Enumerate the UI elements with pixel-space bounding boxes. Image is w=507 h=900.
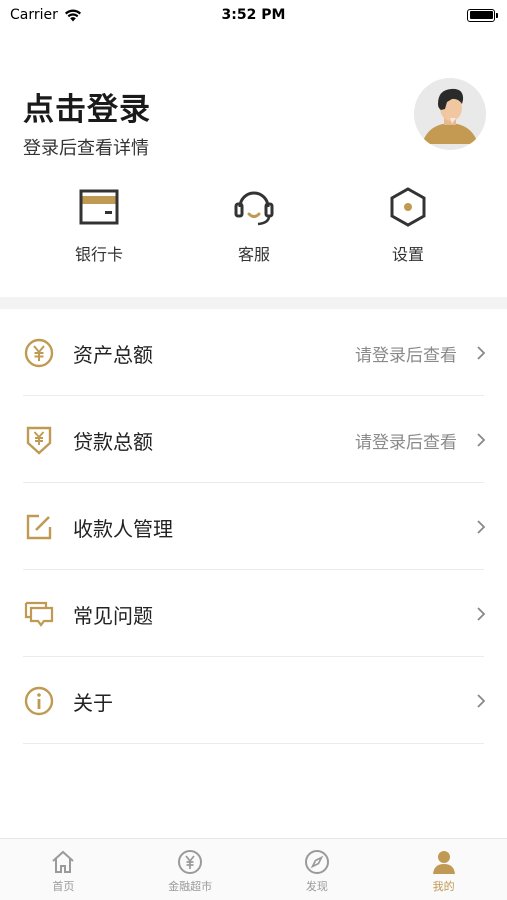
login-subtitle: 登录后查看详情 — [23, 138, 149, 159]
quick-label: 客服 — [237, 245, 270, 264]
tab-discover[interactable]: 发现 — [254, 839, 381, 900]
menu-row-payee-management[interactable]: 收款人管理 — [0, 483, 507, 570]
menu-label: 贷款总额 — [73, 430, 153, 454]
person-icon — [432, 851, 455, 874]
settings-hexagon-icon — [390, 187, 426, 227]
tab-label: 发现 — [305, 880, 328, 893]
wifi-icon — [64, 9, 81, 21]
headset-icon — [234, 191, 274, 226]
avatar-person-icon — [414, 78, 486, 150]
tab-label: 金融超市 — [168, 880, 213, 893]
chat-bubbles-icon — [24, 601, 54, 627]
chevron-right-icon — [477, 694, 486, 708]
tab-mine[interactable]: 我的 — [380, 839, 507, 900]
yen-circle-icon — [24, 338, 54, 368]
carrier-label: Carrier — [10, 7, 58, 23]
tab-label: 首页 — [52, 880, 75, 893]
home-icon — [52, 850, 75, 873]
avatar[interactable] — [414, 78, 486, 150]
quick-label: 银行卡 — [74, 245, 123, 264]
quick-label: 设置 — [391, 245, 424, 264]
quick-item-customer-service[interactable]: 客服 — [199, 185, 309, 265]
menu-row-total-loans[interactable]: 贷款总额 请登录后查看 — [0, 396, 507, 483]
quick-item-settings[interactable]: 设置 — [353, 185, 463, 265]
tab-finance-market[interactable]: 金融超市 — [127, 839, 254, 900]
bank-card-icon — [79, 189, 119, 225]
status-left: Carrier — [10, 7, 82, 23]
tab-bar: 首页 金融超市 发现 我的 — [0, 838, 507, 900]
edit-icon — [26, 514, 52, 540]
section-divider — [0, 297, 507, 309]
tab-label: 我的 — [432, 880, 455, 893]
login-title[interactable]: 点击登录 — [23, 84, 151, 129]
profile-header[interactable]: 点击登录 登录后查看详情 — [0, 72, 507, 172]
status-bar: Carrier 3:52 PM — [0, 0, 507, 30]
menu-row-about[interactable]: 关于 — [0, 657, 507, 744]
menu-label: 资产总额 — [73, 343, 153, 367]
menu-label: 常见问题 — [73, 604, 153, 628]
menu-value: 请登录后查看 — [355, 433, 457, 453]
row-divider — [23, 743, 484, 744]
menu-label: 关于 — [73, 691, 113, 715]
compass-icon — [304, 850, 329, 874]
menu-row-total-assets[interactable]: 资产总额 请登录后查看 — [0, 309, 507, 396]
menu-list: 资产总额 请登录后查看 贷款总额 请登录后查看 收款人管理 常见问题 关于 — [0, 309, 507, 744]
menu-label: 收款人管理 — [73, 517, 173, 541]
chevron-right-icon — [477, 607, 486, 621]
yen-icon — [178, 850, 203, 874]
quick-actions: 银行卡 客服 设置 — [0, 185, 507, 275]
menu-value: 请登录后查看 — [355, 346, 457, 366]
battery-icon — [467, 8, 498, 22]
tab-home[interactable]: 首页 — [0, 839, 127, 900]
chevron-right-icon — [477, 433, 486, 447]
chevron-right-icon — [477, 346, 486, 360]
quick-item-bank-card[interactable]: 银行卡 — [44, 185, 154, 265]
chevron-right-icon — [477, 520, 486, 534]
yen-shield-icon — [26, 426, 52, 455]
menu-row-faq[interactable]: 常见问题 — [0, 570, 507, 657]
info-icon — [24, 686, 54, 716]
